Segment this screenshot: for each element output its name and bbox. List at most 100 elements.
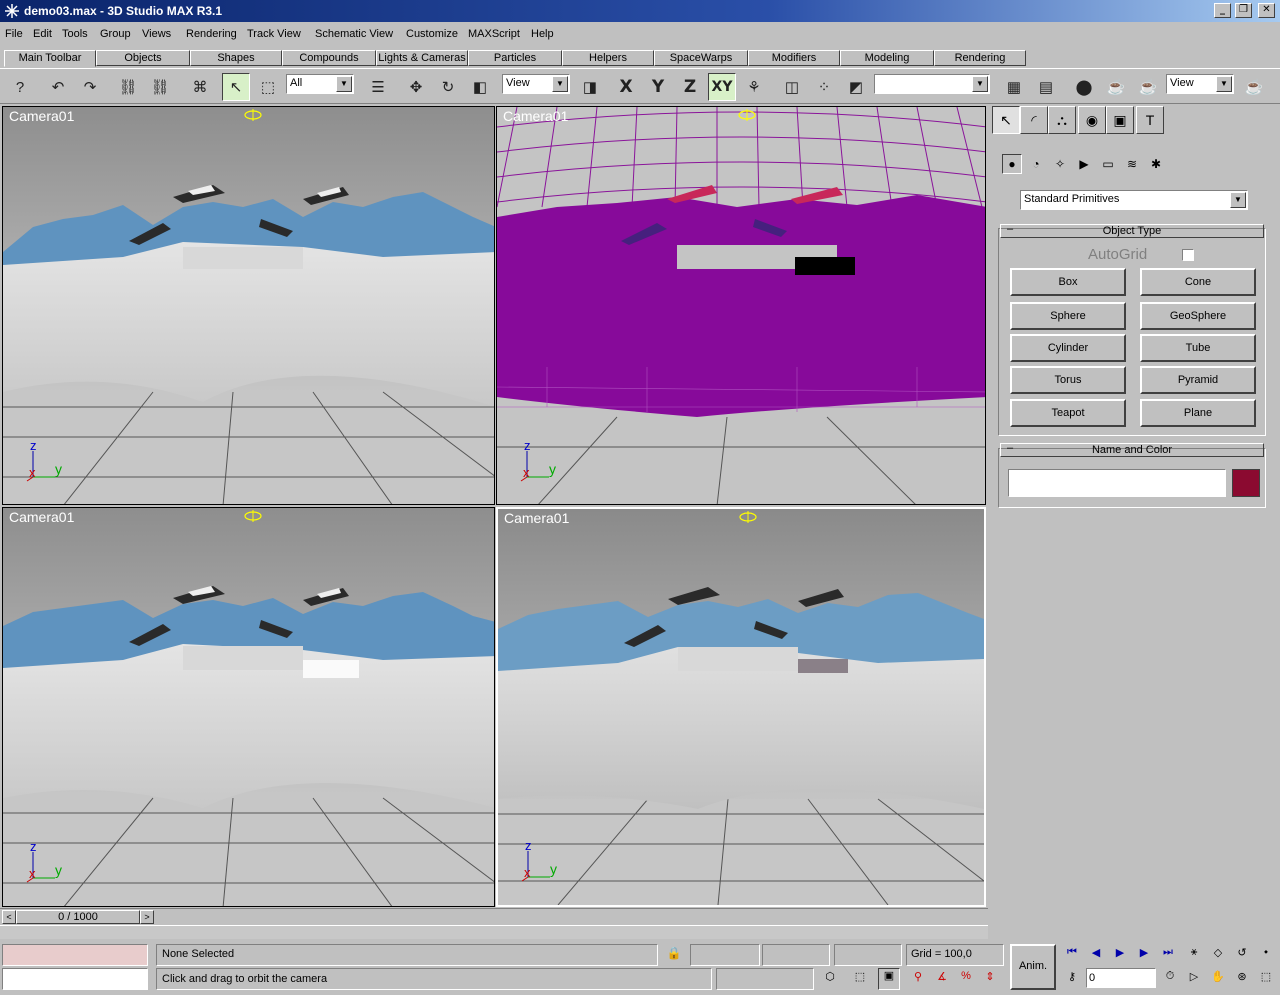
modify-panel-icon[interactable]: ◜ <box>1020 106 1048 134</box>
truck-icon[interactable]: ▷ <box>1184 970 1204 988</box>
z-coordinate-field[interactable] <box>834 944 902 966</box>
menu-maxscript[interactable]: MAXScript <box>468 28 520 40</box>
maxscript-input-mini[interactable] <box>2 968 148 990</box>
scale-icon[interactable]: ◧ <box>466 73 494 101</box>
help-mode-icon[interactable]: ? <box>6 73 34 101</box>
menu-edit[interactable]: Edit <box>33 28 52 40</box>
geosphere-button[interactable]: GeoSphere <box>1140 302 1256 330</box>
pan-hand-icon[interactable]: ✋ <box>1208 970 1228 988</box>
align-icon[interactable]: ◩ <box>842 73 870 101</box>
next-frame-icon[interactable]: ▶ <box>1134 946 1154 964</box>
maximize-button[interactable]: ❐ <box>1235 3 1252 18</box>
menu-schematic-view[interactable]: Schematic View <box>315 28 393 40</box>
rotate-icon[interactable]: ↻ <box>434 73 462 101</box>
viewport-label[interactable]: Camera01 <box>9 108 74 124</box>
fov-icon[interactable]: ⬩ <box>1256 946 1276 964</box>
window-crossing-icon[interactable]: ⬚ <box>850 970 870 988</box>
prev-frame-button[interactable]: < <box>2 910 16 924</box>
mirror-icon[interactable]: ◫ <box>778 73 806 101</box>
menu-track-view[interactable]: Track View <box>247 28 301 40</box>
teapot-button[interactable]: Teapot <box>1010 399 1126 427</box>
viewport-label[interactable]: Camera01 <box>503 108 568 124</box>
schematic-view-icon[interactable]: ▤ <box>1032 73 1060 101</box>
tab-lights-cameras[interactable]: Lights & Cameras <box>376 50 468 66</box>
pivot-center-icon[interactable]: ◨ <box>576 73 604 101</box>
viewport-bottom-left[interactable]: Camera01 z x y <box>2 507 495 907</box>
name-color-header[interactable]: – Name and Color <box>1000 442 1264 457</box>
cone-button[interactable]: Cone <box>1140 268 1256 296</box>
object-type-header[interactable]: – Object Type <box>1000 223 1264 238</box>
region-select-icon[interactable]: ⬚ <box>254 73 282 101</box>
menu-help[interactable]: Help <box>531 28 554 40</box>
time-slider-thumb[interactable]: 0 / 1000 <box>16 910 140 924</box>
go-to-start-icon[interactable]: ⏮ <box>1062 946 1082 964</box>
move-icon[interactable]: ✥ <box>402 73 430 101</box>
shapes-icon[interactable]: ◔ <box>1026 154 1046 174</box>
tab-helpers[interactable]: Helpers <box>562 50 654 66</box>
3d-snap-icon[interactable]: ⚲ <box>908 970 928 988</box>
viewport-top-right[interactable]: Camera01 z x y <box>496 106 986 505</box>
cylinder-button[interactable]: Cylinder <box>1010 334 1126 362</box>
select-link-icon[interactable]: ⛓ <box>114 73 142 101</box>
unlink-icon[interactable]: ⛓ <box>146 73 174 101</box>
undo-icon[interactable]: ↶ <box>44 73 72 101</box>
track-bar[interactable] <box>0 925 988 939</box>
redo-icon[interactable]: ↷ <box>76 73 104 101</box>
category-select[interactable]: Standard Primitives ▼ <box>1020 190 1248 210</box>
spacewarps-icon[interactable]: ≋ <box>1122 154 1142 174</box>
play-icon[interactable]: ▶ <box>1110 946 1130 964</box>
object-name-input[interactable] <box>1008 469 1226 497</box>
perspective-icon[interactable]: ◇ <box>1208 946 1228 964</box>
menu-group[interactable]: Group <box>100 28 131 40</box>
degradation-override-icon[interactable]: ⬡ <box>820 970 840 988</box>
tube-button[interactable]: Tube <box>1140 334 1256 362</box>
quick-render-icon[interactable]: ☕ <box>1134 73 1162 101</box>
next-frame-button[interactable]: > <box>140 910 154 924</box>
tab-objects[interactable]: Objects <box>96 50 190 66</box>
tab-compounds[interactable]: Compounds <box>282 50 376 66</box>
geometry-icon[interactable]: ● <box>1002 154 1022 174</box>
snap-toggle-icon[interactable]: ▣ <box>878 968 900 990</box>
tab-modeling[interactable]: Modeling <box>840 50 934 66</box>
tab-main-toolbar[interactable]: Main Toolbar <box>4 50 96 67</box>
percent-snap-icon[interactable]: % <box>956 970 976 988</box>
inverse-kinematics-icon[interactable]: ⚘ <box>740 73 768 101</box>
minimize-button[interactable]: _ <box>1214 3 1231 18</box>
dolly-icon[interactable]: ⚹ <box>1184 946 1204 964</box>
utilities-panel-icon[interactable]: T <box>1136 106 1164 134</box>
animate-button[interactable]: Anim. <box>1010 944 1056 990</box>
plane-button[interactable]: Plane <box>1140 399 1256 427</box>
restrict-z-button[interactable]: Z <box>676 73 704 101</box>
viewport-label[interactable]: Camera01 <box>9 509 74 525</box>
material-editor-icon[interactable]: ⬤ <box>1070 73 1098 101</box>
menu-customize[interactable]: Customize <box>406 28 458 40</box>
selection-filter-select[interactable]: All ▼ <box>286 74 354 94</box>
select-object-icon[interactable]: ↖ <box>222 73 250 101</box>
x-coordinate-field[interactable] <box>690 944 760 966</box>
previous-frame-icon[interactable]: ◀ <box>1086 946 1106 964</box>
menu-rendering[interactable]: Rendering <box>186 28 237 40</box>
box-button[interactable]: Box <box>1010 268 1126 296</box>
helpers-icon[interactable]: ▭ <box>1098 154 1118 174</box>
reference-coord-select[interactable]: View ▼ <box>502 74 570 94</box>
restrict-y-button[interactable]: Y <box>644 73 672 101</box>
viewport-label[interactable]: Camera01 <box>504 510 569 526</box>
tab-spacewarps[interactable]: SpaceWarps <box>654 50 748 66</box>
key-mode-icon[interactable]: ⚷ <box>1062 970 1082 988</box>
roll-icon[interactable]: ↺ <box>1232 946 1252 964</box>
tab-particles[interactable]: Particles <box>468 50 562 66</box>
time-slider-track[interactable]: < 0 / 1000 > <box>0 908 988 924</box>
render-type-select[interactable]: View ▼ <box>1166 74 1234 94</box>
torus-button[interactable]: Torus <box>1010 366 1126 394</box>
systems-icon[interactable]: ✱ <box>1146 154 1166 174</box>
tab-shapes[interactable]: Shapes <box>190 50 282 66</box>
current-frame-input[interactable] <box>1086 968 1156 988</box>
time-config-icon[interactable]: ⏱ <box>1160 970 1180 988</box>
display-panel-icon[interactable]: ▣ <box>1106 106 1134 134</box>
select-by-name-icon[interactable]: ☰ <box>364 73 392 101</box>
menu-tools[interactable]: Tools <box>62 28 88 40</box>
autogrid-checkbox[interactable] <box>1182 249 1194 261</box>
maximize-viewport-icon[interactable]: ⬚ <box>1256 970 1276 988</box>
close-button[interactable]: ✕ <box>1258 3 1275 18</box>
render-last-icon[interactable]: ☕ <box>1240 73 1268 101</box>
